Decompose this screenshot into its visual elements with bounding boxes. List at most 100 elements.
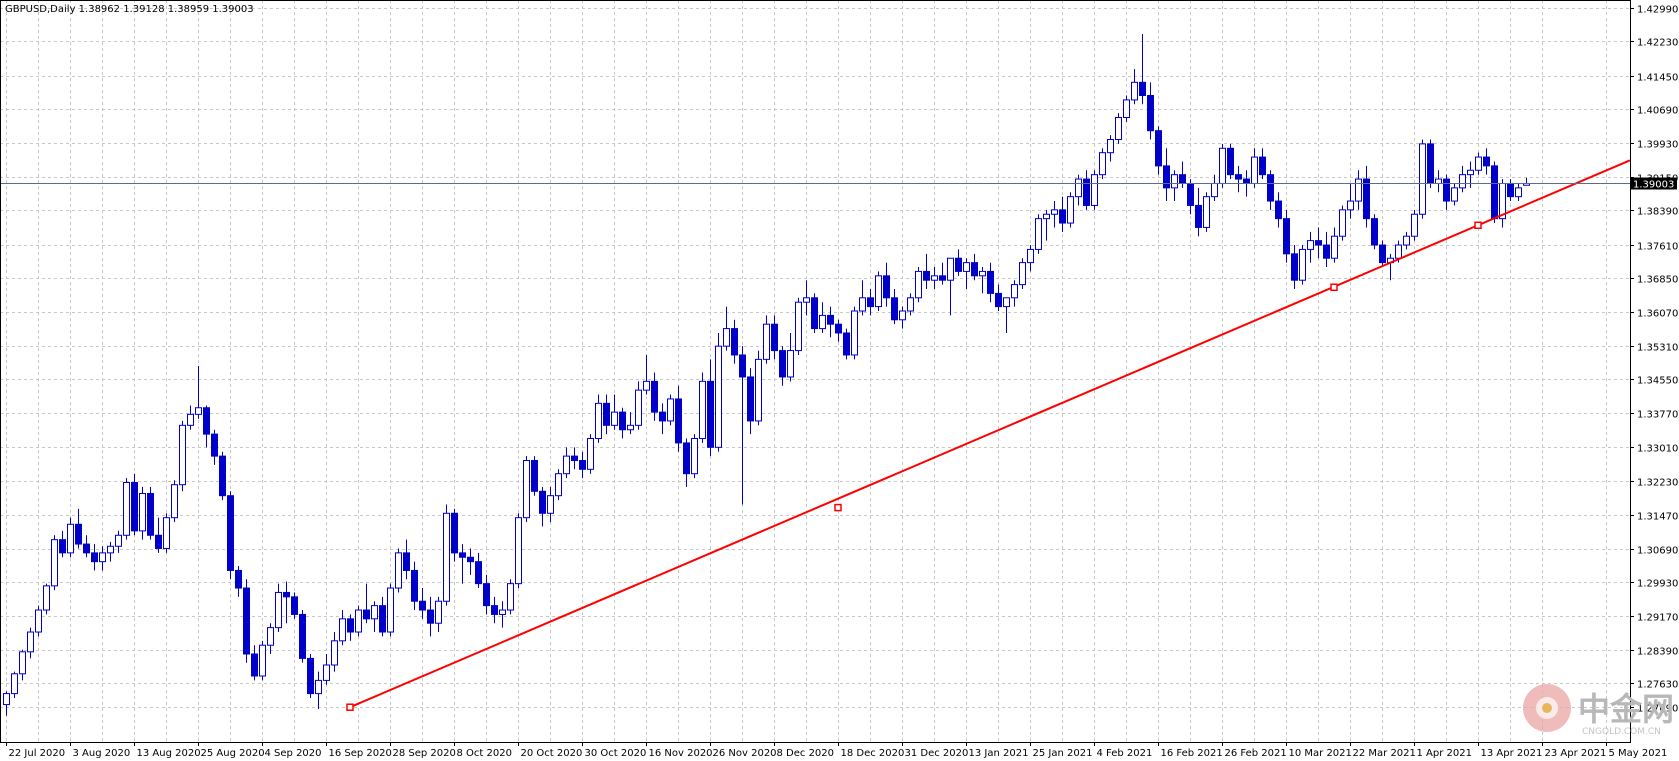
candle: [715, 332, 722, 452]
candle: [443, 504, 450, 606]
candle-body-down: [1507, 182, 1514, 198]
candle: [51, 535, 58, 591]
candle: [259, 640, 266, 681]
candle-body-up: [163, 517, 170, 549]
candle-body-up: [107, 545, 114, 554]
candle: [291, 592, 298, 619]
candle-body-down: [843, 332, 850, 356]
candle: [1339, 205, 1346, 241]
candle-body-down: [779, 350, 786, 378]
y-tick-label: 1.32230: [1637, 478, 1678, 489]
candle-body-down: [363, 609, 370, 620]
y-tick-label: 1.31470: [1637, 512, 1678, 523]
candle: [1099, 148, 1106, 180]
candle-body-up: [803, 297, 810, 303]
candle: [1427, 139, 1434, 188]
x-tick-label: 28 Sep 2020: [393, 748, 456, 759]
price-chart[interactable]: 1.270901.276301.283901.291701.299301.306…: [0, 0, 1679, 761]
candle-body-up: [1131, 81, 1138, 101]
candle-body-down: [203, 407, 210, 435]
candle-body-up: [691, 438, 698, 475]
candle-body-up: [67, 523, 74, 554]
candle-body-down: [1275, 200, 1282, 220]
candle-body-up: [963, 262, 970, 272]
candle-body-up: [1011, 284, 1018, 299]
candle-body-down: [1315, 240, 1322, 246]
x-tick-label: 4 Sep 2020: [265, 748, 322, 759]
candle-body-up: [1123, 99, 1130, 118]
trendline-anchor[interactable]: [1330, 283, 1338, 291]
chart-background: [0, 0, 1679, 761]
candle-body-up: [1003, 297, 1010, 308]
candle: [667, 394, 674, 426]
candle-body-up: [331, 640, 338, 666]
candle-body-up: [1307, 240, 1314, 250]
chart-title: GBPUSD,Daily 1.38962 1.39128 1.38959 1.3…: [5, 4, 254, 15]
candle-body-down: [59, 539, 66, 554]
candle-body-up: [851, 310, 858, 356]
candle-body-down: [683, 442, 690, 475]
x-tick-label: 22 Mar 2021: [1353, 748, 1416, 759]
candle-body-up: [35, 609, 42, 633]
candle-body-up: [1019, 262, 1026, 286]
candle-body-up: [27, 631, 34, 653]
candle-body-down: [923, 270, 930, 281]
candle: [1067, 192, 1074, 228]
candle-body-up: [267, 627, 274, 646]
candle-body-down: [1059, 209, 1066, 224]
y-tick-label: 1.42230: [1637, 38, 1678, 49]
candle-body-down: [1147, 95, 1154, 132]
candle-body-up: [387, 587, 394, 633]
candle: [795, 297, 802, 355]
candle-body-down: [155, 534, 162, 549]
candle: [811, 293, 818, 333]
y-tick-label: 1.41450: [1637, 73, 1678, 84]
candle-body-down: [403, 552, 410, 571]
candle-body-down: [483, 583, 490, 607]
candle-body-down: [939, 275, 946, 281]
candle-body-up: [195, 407, 202, 415]
candle: [307, 654, 314, 698]
x-tick-label: 13 Jan 2021: [969, 748, 1029, 759]
watermark-text: 中金网: [1578, 690, 1674, 728]
candle-body-down: [955, 257, 962, 272]
candle-body-up: [443, 512, 450, 602]
trendline-anchor[interactable]: [834, 503, 842, 512]
candle-body-down: [251, 653, 258, 677]
candle-body-up: [371, 605, 378, 620]
watermark-sub: CNGOLD.COM.CN: [1582, 727, 1661, 737]
candle: [387, 583, 394, 637]
candle: [1219, 143, 1226, 188]
candle-body-down: [283, 591, 290, 598]
candle-body-up: [611, 411, 618, 426]
candle-body-down: [987, 270, 994, 294]
candle-body-up: [435, 600, 442, 624]
candle-body-down: [603, 402, 610, 426]
candle: [171, 480, 178, 523]
candle-body-down: [467, 556, 474, 563]
candle-body-up: [947, 257, 954, 281]
candle-body-down: [427, 609, 434, 624]
y-tick-label: 1.39930: [1637, 140, 1678, 151]
candle: [1299, 245, 1306, 285]
candle-body-up: [171, 484, 178, 519]
trendline-anchor[interactable]: [1474, 221, 1482, 229]
candle-body-up: [1035, 218, 1042, 250]
candle-body-down: [1371, 218, 1378, 246]
candle: [755, 350, 762, 426]
x-tick-label: 23 Apr 2021: [1545, 748, 1607, 759]
candle-body-down: [883, 275, 890, 299]
candle-body-down: [379, 605, 386, 633]
candle-body-down: [531, 460, 538, 492]
candle-body-down: [827, 314, 834, 325]
candle: [299, 610, 306, 663]
candle-body-up: [595, 402, 602, 440]
x-tick-label: 31 Dec 2020: [905, 748, 969, 759]
candle-body-up: [187, 413, 194, 426]
candle-body-up: [1395, 244, 1402, 259]
candle-body-down: [971, 262, 978, 277]
trendline-anchor[interactable]: [346, 703, 354, 711]
candle-body-up: [43, 585, 50, 611]
candle: [1419, 139, 1426, 219]
x-tick-label: 1 Apr 2021: [1417, 748, 1472, 759]
